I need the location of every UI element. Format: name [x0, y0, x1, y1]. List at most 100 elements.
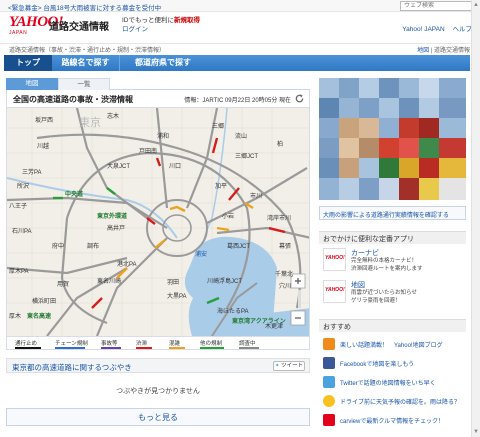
register-link[interactable]: 新規取得 — [174, 17, 200, 24]
app-carnavi-desc2: 渋滞回避ルートを案内します — [351, 266, 423, 272]
traffic-map[interactable]: 東京 中央道 坂戸西 志木 川越 三芳PA 所沢 八王子 石川PA 府中 調布 … — [6, 108, 310, 336]
breadcrumb-right: 地図 | 道路交通情報 — [417, 45, 470, 54]
tweet-button[interactable]: ✦ ツイート — [273, 361, 305, 371]
recommend-item[interactable]: Twitterで話題の地図情報をいち早く — [319, 373, 466, 391]
svg-text:志木: 志木 — [107, 112, 119, 120]
map-canvas: 東京 中央道 坂戸西 志木 川越 三芳PA 所沢 八王子 石川PA 府中 調布 … — [7, 108, 309, 336]
svg-text:三郷: 三郷 — [212, 122, 224, 130]
svg-text:坂戸西: 坂戸西 — [35, 116, 53, 124]
recommend-text[interactable]: 楽しい話題満載！ Yahoo!地図ブログ — [340, 340, 443, 349]
svg-text:厚木PA: 厚木PA — [9, 267, 29, 275]
app-carnavi[interactable]: YAHOO! カーナビ 完全無料の本格カーナビ！ 渋滞回避ルートを案内します — [323, 248, 466, 274]
recommend-text[interactable]: ドライブ前に天気予報の確認を。雨は降る？ — [340, 397, 460, 406]
svg-text:三芳PA: 三芳PA — [22, 168, 42, 176]
id-notice: IDでもっと便利に新規取得 ログイン — [122, 16, 200, 34]
svg-text:高井戸: 高井戸 — [107, 224, 125, 232]
breadcrumb-current: 道路交通情報（事故・渋滞・通行止め・規制・渋滞情報） — [9, 48, 166, 54]
svg-text:穴川: 穴川 — [279, 282, 291, 290]
app-map-desc2: ゲリラ豪雨を回避！ — [351, 298, 401, 304]
carnavi-icon-text: YAHOO! — [325, 255, 345, 261]
svg-text:小岩: 小岩 — [222, 212, 234, 220]
vertical-scrollbar[interactable]: ▲ ▼ — [471, 0, 480, 437]
alert-strip: <緊急募金> 台風18号大雨被害に対する募金を受付中 — [0, 0, 480, 12]
svg-text:三郷JCT: 三郷JCT — [235, 152, 258, 160]
yahoo-top-link[interactable]: Yahoo! JAPAN — [402, 26, 444, 33]
no-tweets-message: つぶやきが見つかりません — [116, 388, 200, 395]
svg-text:横浜町田: 横浜町田 — [32, 297, 56, 305]
breadcrumb-traffic: 道路交通情報 — [433, 48, 470, 54]
svg-text:中央道: 中央道 — [65, 190, 83, 198]
recommend-text[interactable]: Twitterで話題の地図情報をいち早く — [340, 378, 436, 387]
scroll-down-icon[interactable]: ▼ — [473, 429, 479, 435]
recommend-item[interactable]: carviewで最新クルマ情報をチェック！ — [319, 411, 466, 429]
svg-text:羽田: 羽田 — [167, 279, 179, 286]
recommend-item[interactable]: Facebookで地図を楽しもう — [319, 354, 466, 372]
recommend-heading: おすすめ — [319, 319, 466, 332]
legend-closure-swatch — [15, 347, 41, 349]
svg-text:石川PA: 石川PA — [12, 228, 32, 235]
reload-icon[interactable] — [294, 93, 305, 104]
web-search-input[interactable] — [400, 1, 472, 11]
svg-text:浦安: 浦安 — [195, 250, 207, 258]
legend-investigating: 調査中 — [239, 341, 256, 347]
yahoo-logo[interactable]: YAHOO! JAPAN — [9, 14, 64, 39]
svg-text:東名川崎: 東名川崎 — [97, 277, 121, 285]
svg-text:幕張: 幕張 — [279, 242, 291, 250]
svg-text:東京外環道: 東京外環道 — [97, 212, 127, 220]
service-name[interactable]: 道路交通情報 — [49, 18, 109, 33]
svg-text:東京湾アクアライン: 東京湾アクアライン — [232, 317, 286, 325]
site-header: YAHOO! JAPAN 道路交通情報 IDでもっと便利に新規取得 ログイン Y… — [0, 13, 480, 43]
svg-text:所沢: 所沢 — [17, 182, 29, 190]
legend-investigating-swatch — [239, 347, 259, 349]
svg-text:流山: 流山 — [235, 132, 247, 140]
fundraising-alert-link[interactable]: <緊急募金> 台風18号大雨被害に対する募金を受付中 — [8, 2, 161, 12]
tweet-button-label: ツイート — [281, 363, 304, 369]
svg-text:浦和: 浦和 — [157, 132, 169, 140]
legend-accident: 事故等 — [101, 341, 118, 347]
login-link[interactable]: ログイン — [122, 26, 148, 33]
svg-text:厚木: 厚木 — [9, 312, 21, 320]
recommend-item[interactable]: 楽しい話題満載！ Yahoo!地図ブログ — [319, 335, 466, 353]
nav-tab-by-route[interactable]: 路線名で探す — [52, 55, 120, 71]
road-status-link[interactable]: 大雨の影響による道路通行実績情報を確認する — [319, 206, 466, 220]
app-carnavi-desc: 完全無料の本格カーナビ！ 渋滞回避ルートを案内します — [351, 257, 469, 273]
breadcrumb-separator: | — [430, 48, 433, 54]
svg-text:葛西JCT: 葛西JCT — [227, 242, 250, 250]
recommend-item[interactable]: ドライブ前に天気予報の確認を。雨は降る？ — [319, 392, 466, 410]
apps-heading: おでかけに便利な定番アプリ — [319, 231, 466, 244]
main-nav: トップ 路線名で探す 都道府県で探す — [4, 55, 470, 71]
scroll-up-icon[interactable]: ▲ — [473, 2, 479, 8]
map-title: 全国の高速道路の事故・渋滞情報 — [13, 95, 133, 104]
tab-map[interactable]: 地図 — [6, 78, 58, 90]
legend-accident-swatch — [101, 347, 121, 349]
legend-congestion-swatch — [169, 347, 185, 349]
svg-text:海ほたるPA: 海ほたるPA — [217, 307, 249, 315]
more-button[interactable]: もっと見る — [6, 408, 310, 426]
help-link[interactable]: ヘルプ — [453, 26, 473, 33]
svg-text:東名高速: 東名高速 — [27, 312, 51, 320]
advertisement-image[interactable] — [319, 78, 466, 200]
map-icon-text: YAHOO! — [325, 287, 345, 293]
svg-text:川口: 川口 — [169, 163, 181, 170]
nav-tab-top[interactable]: トップ — [4, 55, 52, 71]
svg-text:大泉JCT: 大泉JCT — [107, 162, 130, 170]
breadcrumb-map-link[interactable]: 地図 — [417, 48, 429, 54]
app-map[interactable]: YAHOO! 地図 雨雲が近づいたらお知らせ ゲリラ豪雨を回避！ — [323, 280, 466, 306]
legend-chain: チェーン規制 — [55, 341, 88, 347]
legend-congestion: 混雑 — [169, 341, 181, 347]
recommend-text[interactable]: carviewで最新クルマ情報をチェック！ — [340, 416, 444, 425]
info-timestamp: 情報：JARTIC 09月22日 20時05分 現在 — [184, 98, 291, 104]
header-links: Yahoo! JAPAN ヘルプ — [396, 23, 472, 33]
logo-main-text: YAHOO! — [9, 14, 64, 30]
legend-jam-swatch — [136, 347, 152, 349]
app-carnavi-desc1: 完全無料の本格カーナビ！ — [351, 258, 418, 264]
nav-tab-by-prefecture[interactable]: 都道府県で探す — [121, 55, 205, 71]
weather-icon — [323, 395, 335, 407]
svg-text:加平: 加平 — [215, 182, 227, 190]
twitter-icon — [323, 376, 335, 388]
legend-jam: 渋滞 — [136, 341, 148, 347]
svg-text:府中: 府中 — [52, 242, 64, 250]
legend-chain-swatch — [55, 347, 85, 349]
recommend-text[interactable]: Facebookで地図を楽しもう — [340, 359, 414, 368]
tab-list[interactable]: 一覧 — [58, 78, 110, 90]
